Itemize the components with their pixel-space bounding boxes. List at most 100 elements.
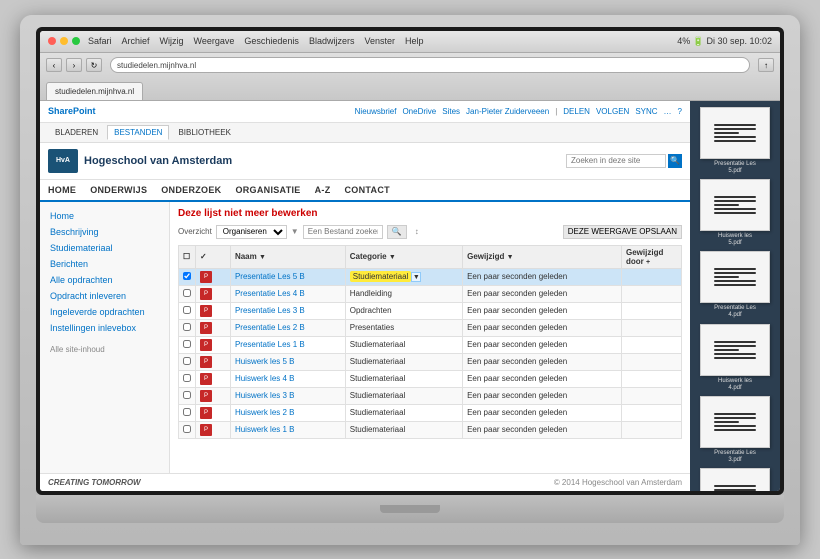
organize-select[interactable]: Organiseren: [216, 225, 287, 239]
maximize-button[interactable]: [72, 37, 80, 45]
row-name[interactable]: Huiswerk les 2 B: [230, 404, 345, 421]
laptop-notch: [380, 505, 440, 513]
menu-wijzig[interactable]: Wijzig: [160, 36, 184, 46]
forward-button[interactable]: ›: [66, 58, 82, 72]
sp-action-sites[interactable]: Sites: [442, 107, 460, 116]
save-view-button[interactable]: DEZE WEERGAVE OPSLAAN: [563, 225, 682, 239]
sidebar-home[interactable]: Home: [40, 208, 169, 224]
row-name[interactable]: Presentatie Les 5 B: [230, 268, 345, 285]
url-bar[interactable]: studiedelen.mijnhva.nl: [110, 57, 750, 73]
sidebar-alle-site-inhoud[interactable]: Alle site-inhoud: [40, 344, 169, 355]
nav-onderzoek[interactable]: ONDERZOEK: [161, 185, 221, 195]
row-checkbox[interactable]: [179, 285, 196, 302]
row-check-icon: P: [196, 353, 231, 370]
sp-action-volgen[interactable]: VOLGEN: [596, 107, 629, 116]
nav-az[interactable]: A-Z: [315, 185, 331, 195]
row-check-icon: P: [196, 421, 231, 438]
row-check-icon: P: [196, 370, 231, 387]
row-checkbox[interactable]: [179, 353, 196, 370]
sidebar-studiemateriaal[interactable]: Studiemateriaal: [40, 240, 169, 256]
file-thumbnail[interactable]: Huiswerk les 4.pdf: [700, 324, 770, 392]
menu-help[interactable]: Help: [405, 36, 424, 46]
files-panel: Presentatie Les 5.pdf Huiswerk les 5.pdf P…: [690, 101, 780, 491]
row-modified-by: [622, 387, 682, 404]
row-name[interactable]: Huiswerk les 3 B: [230, 387, 345, 404]
row-modified-by: [622, 285, 682, 302]
nav-contact[interactable]: CONTACT: [345, 185, 390, 195]
row-checkbox[interactable]: [179, 421, 196, 438]
search-input[interactable]: [566, 154, 666, 168]
sp-action-onedrive[interactable]: OneDrive: [402, 107, 436, 116]
sidebar-berichten[interactable]: Berichten: [40, 256, 169, 272]
minimize-button[interactable]: [60, 37, 68, 45]
sidebar-instellingen[interactable]: Instellingen inlevebox: [40, 320, 169, 336]
back-button[interactable]: ‹: [46, 58, 62, 72]
nav-onderwijs[interactable]: ONDERWIJS: [90, 185, 147, 195]
row-checkbox[interactable]: [179, 268, 196, 285]
col-categorie[interactable]: Categorie ▼: [345, 245, 462, 268]
sp-action-help[interactable]: ?: [678, 107, 682, 116]
row-name[interactable]: Huiswerk les 4 B: [230, 370, 345, 387]
menu-venster[interactable]: Venster: [364, 36, 395, 46]
menu-bladwijzers[interactable]: Bladwijzers: [309, 36, 355, 46]
row-name[interactable]: Presentatie Les 4 B: [230, 285, 345, 302]
row-name[interactable]: Huiswerk les 1 B: [230, 421, 345, 438]
ribbon-tab-bibliotheek[interactable]: BIBLIOTHEEK: [171, 125, 237, 140]
search-button[interactable]: 🔍: [668, 154, 682, 168]
nav-organisatie[interactable]: ORGANISATIE: [235, 185, 300, 195]
row-modified: Een paar seconden geleden: [463, 268, 622, 285]
file-search-input[interactable]: [303, 225, 383, 239]
col-naam[interactable]: Naam ▼: [230, 245, 345, 268]
screen-bezel: Safari Archief Wijzig Weergave Geschiede…: [36, 27, 784, 495]
close-button[interactable]: [48, 37, 56, 45]
ribbon-tab-bestanden[interactable]: BESTANDEN: [107, 125, 169, 140]
row-check-icon: P: [196, 268, 231, 285]
nav-home[interactable]: HOME: [48, 185, 76, 195]
row-name[interactable]: Presentatie Les 2 B: [230, 319, 345, 336]
row-modified: Een paar seconden geleden: [463, 336, 622, 353]
file-thumbnail[interactable]: Huiswerk les 3.pdf: [700, 468, 770, 490]
row-name[interactable]: Presentatie Les 1 B: [230, 336, 345, 353]
sp-action-more[interactable]: …: [664, 107, 672, 116]
sp-action-user[interactable]: Jan-Pieter Zuiderveeen: [466, 107, 549, 116]
file-label: Huiswerk les 5.pdf: [718, 233, 752, 247]
share-button[interactable]: ↑: [758, 58, 774, 72]
row-name[interactable]: Huiswerk les 5 B: [230, 353, 345, 370]
row-checkbox[interactable]: [179, 302, 196, 319]
row-checkbox[interactable]: [179, 404, 196, 421]
file-thumbnail[interactable]: Presentatie Les 5.pdf: [700, 107, 770, 175]
menu-geschiedenis[interactable]: Geschiedenis: [244, 36, 299, 46]
row-checkbox[interactable]: [179, 336, 196, 353]
row-checkbox[interactable]: [179, 319, 196, 336]
row-checkbox[interactable]: [179, 370, 196, 387]
sidebar-opdracht-inleveren[interactable]: Opdracht inleveren: [40, 288, 169, 304]
screen: Safari Archief Wijzig Weergave Geschiede…: [40, 31, 780, 491]
sp-action-delen[interactable]: DELEN: [563, 107, 590, 116]
file-label: Huiswerk les 4.pdf: [718, 378, 752, 392]
row-category: Opdrachten: [345, 302, 462, 319]
menu-weergave[interactable]: Weergave: [194, 36, 235, 46]
menu-safari[interactable]: Safari: [88, 36, 112, 46]
sidebar-alle-opdrachten[interactable]: Alle opdrachten: [40, 272, 169, 288]
sp-action-sync[interactable]: SYNC: [635, 107, 657, 116]
col-door[interactable]: Gewijzigd door +: [622, 245, 682, 268]
row-category: Studiemateriaal: [345, 370, 462, 387]
row-checkbox[interactable]: [179, 387, 196, 404]
sidebar-ingeleverde-opdrachten[interactable]: Ingeleverde opdrachten: [40, 304, 169, 320]
menu-archief[interactable]: Archief: [122, 36, 150, 46]
row-check-icon: P: [196, 404, 231, 421]
col-gewijzigd[interactable]: Gewijzigd ▼: [463, 245, 622, 268]
sp-action-newsletter[interactable]: Nieuwsbrief: [355, 107, 397, 116]
row-modified-by: [622, 319, 682, 336]
row-name[interactable]: Presentatie Les 3 B: [230, 302, 345, 319]
browser-tab-active[interactable]: studiedelen.mijnhva.nl: [46, 82, 143, 100]
table-row: PPresentatie Les 3 BOpdrachtenEen paar s…: [179, 302, 682, 319]
refresh-button[interactable]: ↻: [86, 58, 102, 72]
file-thumbnail[interactable]: Huiswerk les 5.pdf: [700, 179, 770, 247]
file-thumbnail[interactable]: Presentatie Les 4.pdf: [700, 251, 770, 319]
ribbon-tab-bladeren[interactable]: BLADEREN: [48, 125, 105, 140]
file-thumbnail[interactable]: Presentatie Les 3.pdf: [700, 396, 770, 464]
search-file-button[interactable]: 🔍: [387, 225, 407, 239]
row-check-icon: P: [196, 302, 231, 319]
sidebar-beschrijving[interactable]: Beschrijving: [40, 224, 169, 240]
